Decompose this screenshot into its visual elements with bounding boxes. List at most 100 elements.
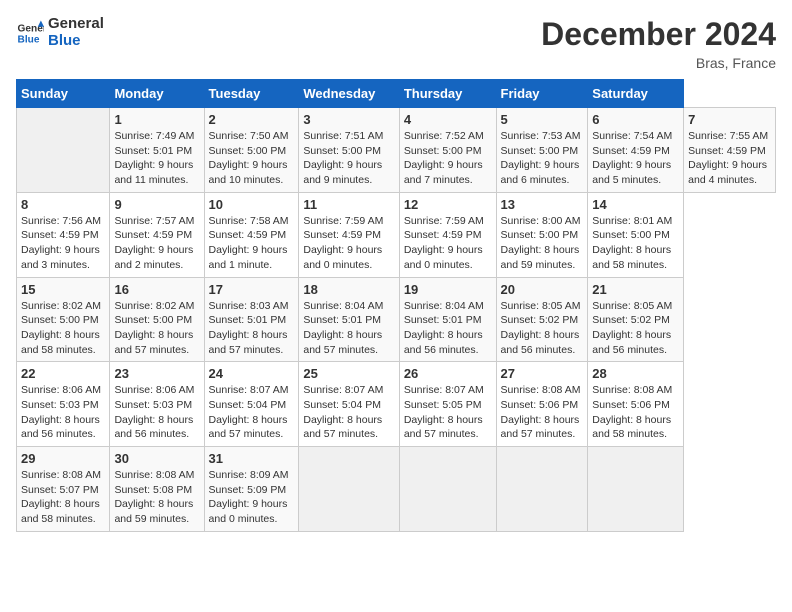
day-number: 20 xyxy=(501,282,584,297)
day-number: 2 xyxy=(209,112,295,127)
title-area: December 2024 Bras, France xyxy=(541,16,776,71)
calendar-cell: 11 Sunrise: 7:59 AM Sunset: 4:59 PM Dayli… xyxy=(299,192,399,277)
day-info: Sunrise: 8:05 AM Sunset: 5:02 PM Dayligh… xyxy=(592,299,679,358)
day-info: Sunrise: 8:08 AM Sunset: 5:06 PM Dayligh… xyxy=(501,383,584,442)
day-number: 12 xyxy=(404,197,492,212)
calendar-cell: 7Sunrise: 7:55 AM Sunset: 4:59 PM Daylig… xyxy=(684,108,776,193)
calendar-cell xyxy=(17,108,110,193)
calendar-week-row: 8Sunrise: 7:56 AM Sunset: 4:59 PM Daylig… xyxy=(17,192,776,277)
day-info: Sunrise: 7:53 AM Sunset: 5:00 PM Dayligh… xyxy=(501,129,584,188)
day-number: 14 xyxy=(592,197,679,212)
day-info: Sunrise: 8:00 AM Sunset: 5:00 PM Dayligh… xyxy=(501,214,584,273)
location: Bras, France xyxy=(541,55,776,71)
calendar-cell: 15 Sunrise: 8:02 AM Sunset: 5:00 PM Dayli… xyxy=(17,277,110,362)
day-number: 1 xyxy=(114,112,199,127)
page-header: General Blue General Blue December 2024 … xyxy=(16,16,776,71)
calendar-cell: 21 Sunrise: 8:05 AM Sunset: 5:02 PM Dayli… xyxy=(588,277,684,362)
day-info: Sunrise: 8:07 AM Sunset: 5:04 PM Dayligh… xyxy=(303,383,394,442)
weekday-header-thursday: Thursday xyxy=(399,80,496,108)
day-info: Sunrise: 8:03 AM Sunset: 5:01 PM Dayligh… xyxy=(209,299,295,358)
calendar-cell: 30 Sunrise: 8:08 AM Sunset: 5:08 PM Dayli… xyxy=(110,447,204,532)
day-number: 22 xyxy=(21,366,105,381)
calendar-cell xyxy=(588,447,684,532)
day-info: Sunrise: 8:01 AM Sunset: 5:00 PM Dayligh… xyxy=(592,214,679,273)
calendar-cell: 25 Sunrise: 8:07 AM Sunset: 5:04 PM Dayli… xyxy=(299,362,399,447)
calendar-cell: 12 Sunrise: 7:59 AM Sunset: 4:59 PM Dayli… xyxy=(399,192,496,277)
day-number: 17 xyxy=(209,282,295,297)
day-number: 6 xyxy=(592,112,679,127)
calendar-cell: 17 Sunrise: 8:03 AM Sunset: 5:01 PM Dayli… xyxy=(204,277,299,362)
calendar-cell: 3Sunrise: 7:51 AM Sunset: 5:00 PM Daylig… xyxy=(299,108,399,193)
day-info: Sunrise: 8:02 AM Sunset: 5:00 PM Dayligh… xyxy=(21,299,105,358)
day-info: Sunrise: 8:04 AM Sunset: 5:01 PM Dayligh… xyxy=(303,299,394,358)
calendar-cell: 27 Sunrise: 8:08 AM Sunset: 5:06 PM Dayli… xyxy=(496,362,588,447)
calendar-cell: 19Sunrise: 8:04 AM Sunset: 5:01 PM Dayli… xyxy=(399,277,496,362)
day-number: 15 xyxy=(21,282,105,297)
calendar-cell: 31Sunrise: 8:09 AM Sunset: 5:09 PM Dayli… xyxy=(204,447,299,532)
day-info: Sunrise: 7:59 AM Sunset: 4:59 PM Dayligh… xyxy=(303,214,394,273)
day-number: 10 xyxy=(209,197,295,212)
day-number: 5 xyxy=(501,112,584,127)
calendar-cell: 26 Sunrise: 8:07 AM Sunset: 5:05 PM Dayli… xyxy=(399,362,496,447)
day-info: Sunrise: 8:09 AM Sunset: 5:09 PM Dayligh… xyxy=(209,468,295,527)
weekday-header-friday: Friday xyxy=(496,80,588,108)
calendar-cell: 13 Sunrise: 8:00 AM Sunset: 5:00 PM Dayli… xyxy=(496,192,588,277)
calendar-cell: 14 Sunrise: 8:01 AM Sunset: 5:00 PM Dayli… xyxy=(588,192,684,277)
day-info: Sunrise: 8:06 AM Sunset: 5:03 PM Dayligh… xyxy=(21,383,105,442)
day-number: 30 xyxy=(114,451,199,466)
day-info: Sunrise: 8:04 AM Sunset: 5:01 PM Dayligh… xyxy=(404,299,492,358)
day-info: Sunrise: 7:57 AM Sunset: 4:59 PM Dayligh… xyxy=(114,214,199,273)
weekday-header-tuesday: Tuesday xyxy=(204,80,299,108)
calendar-cell: 9 Sunrise: 7:57 AM Sunset: 4:59 PM Daylig… xyxy=(110,192,204,277)
day-info: Sunrise: 7:52 AM Sunset: 5:00 PM Dayligh… xyxy=(404,129,492,188)
calendar-table: SundayMondayTuesdayWednesdayThursdayFrid… xyxy=(16,79,776,532)
day-number: 8 xyxy=(21,197,105,212)
day-info: Sunrise: 7:58 AM Sunset: 4:59 PM Dayligh… xyxy=(209,214,295,273)
weekday-header-saturday: Saturday xyxy=(588,80,684,108)
day-number: 13 xyxy=(501,197,584,212)
day-number: 9 xyxy=(114,197,199,212)
calendar-cell: 16Sunrise: 8:02 AM Sunset: 5:00 PM Dayli… xyxy=(110,277,204,362)
calendar-week-row: 29Sunrise: 8:08 AM Sunset: 5:07 PM Dayli… xyxy=(17,447,776,532)
day-number: 11 xyxy=(303,197,394,212)
calendar-cell: 10 Sunrise: 7:58 AM Sunset: 4:59 PM Dayli… xyxy=(204,192,299,277)
svg-text:Blue: Blue xyxy=(18,34,40,45)
calendar-cell: 8Sunrise: 7:56 AM Sunset: 4:59 PM Daylig… xyxy=(17,192,110,277)
day-number: 25 xyxy=(303,366,394,381)
day-number: 26 xyxy=(404,366,492,381)
logo: General Blue General Blue xyxy=(16,16,104,49)
calendar-week-row: 15 Sunrise: 8:02 AM Sunset: 5:00 PM Dayli… xyxy=(17,277,776,362)
day-number: 29 xyxy=(21,451,105,466)
calendar-cell: 29Sunrise: 8:08 AM Sunset: 5:07 PM Dayli… xyxy=(17,447,110,532)
weekday-header-wednesday: Wednesday xyxy=(299,80,399,108)
calendar-cell: 6Sunrise: 7:54 AM Sunset: 4:59 PM Daylig… xyxy=(588,108,684,193)
day-number: 23 xyxy=(114,366,199,381)
calendar-week-row: 22 Sunrise: 8:06 AM Sunset: 5:03 PM Dayli… xyxy=(17,362,776,447)
day-info: Sunrise: 8:08 AM Sunset: 5:08 PM Dayligh… xyxy=(114,468,199,527)
calendar-cell: 4Sunrise: 7:52 AM Sunset: 5:00 PM Daylig… xyxy=(399,108,496,193)
day-info: Sunrise: 7:55 AM Sunset: 4:59 PM Dayligh… xyxy=(688,129,771,188)
calendar-cell: 23 Sunrise: 8:06 AM Sunset: 5:03 PM Dayli… xyxy=(110,362,204,447)
day-number: 21 xyxy=(592,282,679,297)
logo-icon: General Blue xyxy=(16,19,44,47)
day-info: Sunrise: 7:51 AM Sunset: 5:00 PM Dayligh… xyxy=(303,129,394,188)
logo-blue: Blue xyxy=(48,33,104,50)
calendar-cell: 5 Sunrise: 7:53 AM Sunset: 5:00 PM Daylig… xyxy=(496,108,588,193)
day-info: Sunrise: 8:07 AM Sunset: 5:04 PM Dayligh… xyxy=(209,383,295,442)
day-info: Sunrise: 8:08 AM Sunset: 5:06 PM Dayligh… xyxy=(592,383,679,442)
calendar-cell: 20 Sunrise: 8:05 AM Sunset: 5:02 PM Dayli… xyxy=(496,277,588,362)
day-info: Sunrise: 7:50 AM Sunset: 5:00 PM Dayligh… xyxy=(209,129,295,188)
day-info: Sunrise: 8:07 AM Sunset: 5:05 PM Dayligh… xyxy=(404,383,492,442)
day-number: 18 xyxy=(303,282,394,297)
day-info: Sunrise: 7:59 AM Sunset: 4:59 PM Dayligh… xyxy=(404,214,492,273)
weekday-header-monday: Monday xyxy=(110,80,204,108)
day-number: 27 xyxy=(501,366,584,381)
day-number: 24 xyxy=(209,366,295,381)
day-info: Sunrise: 8:06 AM Sunset: 5:03 PM Dayligh… xyxy=(114,383,199,442)
calendar-cell: 24 Sunrise: 8:07 AM Sunset: 5:04 PM Dayli… xyxy=(204,362,299,447)
day-info: Sunrise: 8:05 AM Sunset: 5:02 PM Dayligh… xyxy=(501,299,584,358)
calendar-cell: 1Sunrise: 7:49 AM Sunset: 5:01 PM Daylig… xyxy=(110,108,204,193)
weekday-header-row: SundayMondayTuesdayWednesdayThursdayFrid… xyxy=(17,80,776,108)
calendar-cell xyxy=(496,447,588,532)
calendar-cell: 28Sunrise: 8:08 AM Sunset: 5:06 PM Dayli… xyxy=(588,362,684,447)
